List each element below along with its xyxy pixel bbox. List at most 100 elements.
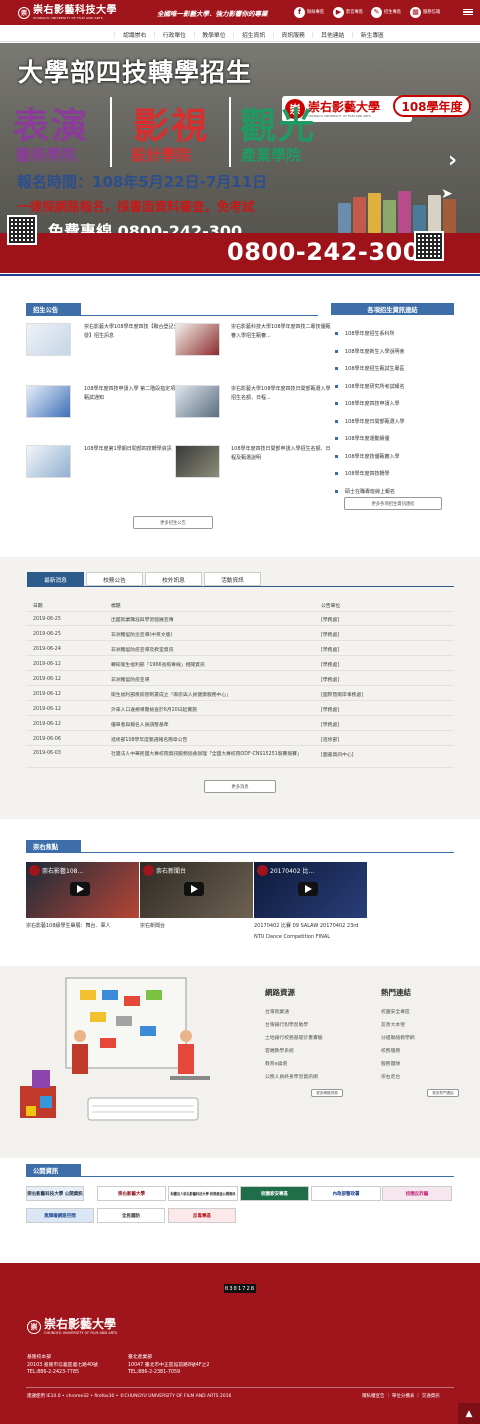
- office-illustration: [20, 977, 210, 1121]
- next-slide-icon[interactable]: ›: [448, 148, 457, 173]
- public-link-banner[interactable]: 內政部警政署: [311, 1186, 381, 1201]
- nav-item[interactable]: 資訊服務: [276, 30, 310, 39]
- hot-link[interactable]: 分組聯絡教學網: [381, 1034, 415, 1041]
- nav-item[interactable]: 新生專區: [355, 30, 389, 39]
- article-thumbnail[interactable]: [175, 323, 220, 356]
- public-link-banner[interactable]: 校園家安專區: [240, 1186, 309, 1201]
- video-caption[interactable]: 崇右影藝108級學生畢展：舞台．軍人: [26, 921, 139, 932]
- campus-address-taipei: 臺北產業部 10047 臺北市中正區館前路8號4F之2 TEL:886-2-2381…: [128, 1355, 210, 1375]
- hero-banner[interactable]: 大學部四技轉學招生 崇 崇右影藝大學 CHUNGYU UNIVERSITY OF …: [0, 43, 480, 273]
- nav-item[interactable]: 其他連結: [316, 30, 350, 39]
- site-logo[interactable]: 崇 崇右影藝科技大學 CHUNGYU UNIVERSITY OF FILM AN…: [18, 3, 128, 22]
- more-hotlinks-button[interactable]: 更多熱門連結: [427, 1089, 459, 1097]
- article-thumbnail[interactable]: [175, 385, 220, 418]
- play-icon[interactable]: [184, 882, 204, 896]
- news-row[interactable]: 2019-06-25 非洲豬瘟防治宣導(中英文版) [學務處]: [26, 629, 454, 641]
- public-link-banner[interactable]: 反毒專區: [168, 1208, 236, 1223]
- news-row[interactable]: 2019-06-12 優單者與報名人員調整基準 [學務處]: [26, 719, 454, 731]
- play-icon[interactable]: [70, 882, 90, 896]
- hotlinks-heading: 熱門連結: [381, 988, 411, 997]
- grid-icon: ▦: [410, 6, 421, 18]
- qr-code-icon: [7, 215, 37, 245]
- public-link-banner[interactable]: 崇右影藝大學: [97, 1186, 166, 1201]
- admission-link[interactable]: 108學年度四技申請入學: [331, 395, 454, 413]
- enroll-icon: ✎: [371, 6, 382, 18]
- news-row[interactable]: 2019-06-12 衛生福利部疾病管制署成立「麻疹與人員健康服務中心」 [國際暨兩…: [26, 689, 454, 701]
- banner-divider: [110, 97, 112, 167]
- video-caption[interactable]: 20170402 比賽 09 SALAW 20170402 23rd NTU D…: [254, 921, 367, 943]
- admission-item[interactable]: 崇右影藝大學108學年度四技【聯合登記分發】招生訊息: [84, 323, 184, 341]
- news-row[interactable]: 2019-06-12 非洲豬瘟防疫宣導 [學務處]: [26, 674, 454, 686]
- resource-link[interactable]: 台灣就業通: [265, 1008, 289, 1015]
- admission-link[interactable]: 108學年度招生系科所: [331, 325, 454, 343]
- admission-link[interactable]: 108學年度技優甄審入學: [331, 448, 454, 466]
- registration-time: 報名時間：108年5月22日-7月11日: [17, 173, 268, 191]
- admission-link[interactable]: 108學年度日間部甄選入學: [331, 413, 454, 431]
- video-button[interactable]: ▶ 影音專區: [333, 6, 363, 18]
- admission-link[interactable]: 108學年度四技轉學: [331, 465, 454, 483]
- admission-item[interactable]: 108學年度第1學期日間部四技轉學資訊: [84, 445, 184, 454]
- news-row[interactable]: 2019-06-24 非洲豬瘟防疫宣導及教室資訊 [學務處]: [26, 644, 454, 656]
- admission-item[interactable]: 崇右影藝科技大學108學年度四技二專技優甄審入學招生甄審...: [231, 323, 331, 341]
- public-link-banner[interactable]: 財團法人崇右影藝科技大學 校務基金公開資訊: [168, 1186, 238, 1201]
- more-resources-button[interactable]: 更多網路資源: [311, 1089, 343, 1097]
- footer-logo[interactable]: 崇 崇右影藝大學 CHUNGYU UNIVERSITY OF FILM AND …: [27, 1318, 117, 1335]
- resource-link[interactable]: 土地銀行校務基礎計畫實驗: [265, 1034, 323, 1041]
- resource-link[interactable]: 教育e論壇: [265, 1060, 287, 1067]
- public-link-banner[interactable]: 崇右影藝科技大學 公開資訊: [26, 1186, 84, 1201]
- resource-link[interactable]: 雲端教學系統: [265, 1047, 294, 1054]
- footer-links[interactable]: 隱私權宣告 ｜ 單位分機表 ｜ 交通資訊: [362, 1393, 440, 1399]
- admission-link[interactable]: 108學年度招生甄試生專區: [331, 360, 454, 378]
- news-row[interactable]: 2019-06-12 轉知衛生福利部「1966長照專線」相關資訊 [學務處]: [26, 659, 454, 671]
- hot-link[interactable]: 崇右走台: [381, 1073, 400, 1080]
- public-link-banner[interactable]: 無障礙網路空間: [26, 1208, 94, 1223]
- tab-external-news[interactable]: 校外訊息: [145, 572, 202, 586]
- admission-link[interactable]: 108學年度新生入學說明會: [331, 343, 454, 361]
- resource-link[interactable]: 公務人員終身學習資訊網: [265, 1073, 318, 1080]
- news-row[interactable]: 2019-06-03 社團法人中華民國大專校院資訊服務協會辦理「全國大專校院ODF…: [26, 749, 454, 768]
- nav-item[interactable]: 行政單位: [157, 30, 191, 39]
- nav-item[interactable]: 招生資訊: [237, 30, 271, 39]
- article-thumbnail[interactable]: [26, 323, 71, 356]
- tab-activities[interactable]: 活動資訊: [204, 572, 261, 586]
- hot-link[interactable]: 友善大本營: [381, 1021, 405, 1028]
- tab-latest-news[interactable]: 最新消息: [27, 572, 84, 586]
- admission-item[interactable]: 108學年度四技日間部申請入學招生名額、日程及甄選說明: [231, 445, 331, 463]
- news-row[interactable]: 2019-06-12 外來人口違規導覽檢查於6月20日起實施 [學務處]: [26, 704, 454, 716]
- article-thumbnail[interactable]: [175, 445, 220, 478]
- hot-link[interactable]: 服務團隊: [381, 1060, 400, 1067]
- nav-item[interactable]: 認識崇右: [118, 30, 152, 39]
- video-caption[interactable]: 崇右新聞台: [140, 921, 253, 932]
- article-thumbnail[interactable]: [26, 445, 71, 478]
- news-table-header: 日期 標題 公告單位: [26, 600, 454, 612]
- facebook-icon: f: [294, 6, 305, 18]
- article-thumbnail[interactable]: [26, 385, 71, 418]
- public-link-banner[interactable]: 校園反詐騙: [382, 1186, 452, 1201]
- play-icon[interactable]: [298, 882, 318, 896]
- facebook-button[interactable]: f 粉絲專區: [294, 6, 324, 18]
- back-to-top-icon[interactable]: ▲: [458, 1403, 480, 1424]
- news-row[interactable]: 2019-06-06 進修部108學年度甄選報名簡章公告 [進修部]: [26, 734, 454, 746]
- nav-item[interactable]: 教學單位: [197, 30, 231, 39]
- resource-link[interactable]: 台灣銀行對學習助學: [265, 1021, 308, 1028]
- menu-icon[interactable]: [463, 7, 473, 17]
- video-thumbnail[interactable]: 20170402 比...: [254, 862, 367, 918]
- registration-method: 一律採網路報名，採書面資料審查，免考試: [17, 199, 255, 214]
- enroll-button[interactable]: ✎ 招生專區: [371, 6, 401, 18]
- video-thumbnail[interactable]: 崇右影藝108...: [26, 862, 139, 918]
- more-news-button[interactable]: 更多消息: [204, 780, 276, 793]
- hot-link[interactable]: 校園安全專區: [381, 1008, 410, 1015]
- news-row[interactable]: 2019-06-25 出國就業職涯與學習個展宣傳 [學務處]: [26, 614, 454, 626]
- admission-link[interactable]: 108學年度研究所考試報名: [331, 378, 454, 396]
- public-link-banner[interactable]: 全民國防: [97, 1208, 165, 1223]
- mailbox-button[interactable]: ▦ 服務信箱: [410, 6, 440, 18]
- admission-link[interactable]: 108學年度運動績優: [331, 430, 454, 448]
- admission-item[interactable]: 108學年度四技申請入學 第二階段指定項目甄試通知: [84, 385, 184, 403]
- video-thumbnail[interactable]: 崇右新聞台: [140, 862, 253, 918]
- tab-school-notices[interactable]: 校務公告: [86, 572, 143, 586]
- more-admissions-button[interactable]: 更多招生公告: [133, 516, 213, 529]
- hot-link[interactable]: 校務服務: [381, 1047, 400, 1054]
- admission-item[interactable]: 崇右影藝大學108學年度四技日間部甄選入學招生名額、日程...: [231, 385, 331, 403]
- more-links-button[interactable]: 更多各項招生資訊連結: [344, 497, 442, 510]
- divider: [26, 315, 318, 316]
